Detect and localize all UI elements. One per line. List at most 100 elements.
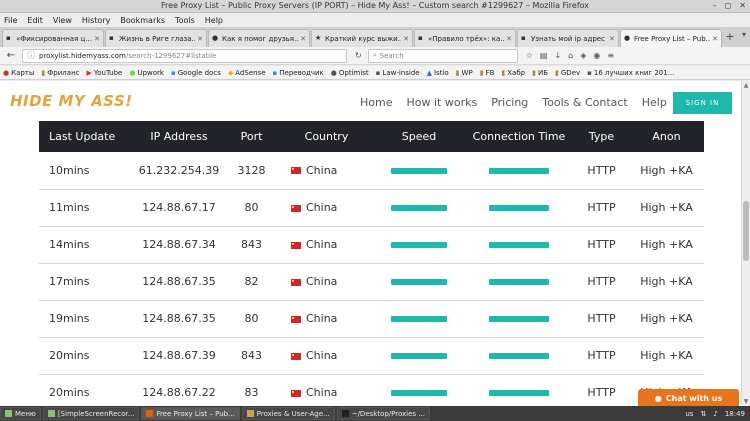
menu-bookmarks[interactable]: Bookmarks <box>120 16 165 25</box>
table-row[interactable]: 10mins 61.232.254.39 3128 China HTTP High +KA <box>39 152 704 190</box>
sign-in-button[interactable]: SIGN IN <box>673 92 732 114</box>
tab-close-icon[interactable]: ✕ <box>712 35 718 43</box>
bookmark-folder[interactable]: ▮ FB <box>480 69 495 77</box>
table-row[interactable]: 20mins 124.88.67.39 843 China HTTP High +KA <box>39 337 704 375</box>
header-speed[interactable]: Speed <box>374 121 464 152</box>
table-row[interactable]: 11mins 124.88.67.17 80 China HTTP High +KA <box>39 189 704 227</box>
bookmark-star-icon[interactable]: ☆ <box>526 51 533 60</box>
page-scrollbar[interactable]: ▲ ▼ <box>741 81 750 406</box>
download-icon[interactable]: ↓ <box>554 51 561 60</box>
cell-type: HTTP <box>574 337 629 375</box>
browser-tab[interactable]: ▪ «Правило трёх»: ка... ✕ <box>414 29 516 47</box>
bookmark-item[interactable]: ▪ Law-inside <box>376 69 420 77</box>
bookmark-item[interactable]: ▶ YouTube <box>87 69 123 77</box>
header-country[interactable]: Country <box>279 121 374 152</box>
bookmark-folder[interactable]: ▮ Фриланс <box>41 69 79 77</box>
cell-port: 843 <box>224 226 279 264</box>
nav-pricing[interactable]: Pricing <box>491 96 528 109</box>
scrollbar-thumb[interactable] <box>743 201 749 261</box>
network-icon[interactable]: ⇅ <box>700 410 706 418</box>
cell-speed <box>374 152 464 190</box>
site-logo[interactable]: HIDE MY ASS! <box>10 92 133 110</box>
tab-list-icon[interactable]: ▾ <box>742 30 746 39</box>
reload-icon[interactable]: ↻ <box>355 51 362 60</box>
extension-icon[interactable]: ◉ <box>593 51 600 60</box>
browser-tab[interactable]: ▪ Узнать мой ip адрес ✕ <box>517 29 619 47</box>
tab-close-icon[interactable]: ✕ <box>197 35 203 43</box>
browser-tab[interactable]: ★ Краткий курс выжи... ✕ <box>311 29 413 47</box>
bookmark-item[interactable]: ▲ Istio <box>427 69 449 77</box>
bookmark-folder[interactable]: ▮ Хабр <box>501 69 525 77</box>
scroll-up-icon[interactable]: ▲ <box>742 82 750 89</box>
nav-home[interactable]: Home <box>360 96 392 109</box>
bookmarks-bar: ● Карты ▮ Фриланс ▶ YouTube ● Upwork ▪ Google… <box>0 66 750 80</box>
pocket-icon[interactable]: ◈ <box>580 51 586 60</box>
menu-icon <box>5 410 12 417</box>
browser-tab[interactable]: ● Как я помог друзья... ✕ <box>208 29 310 47</box>
bookmark-folder[interactable]: ▮ WP <box>456 69 473 77</box>
new-tab-button[interactable]: + <box>723 29 737 47</box>
table-row[interactable]: 19mins 124.88.67.35 80 China HTTP High +KA <box>39 300 704 338</box>
table-row[interactable]: 20mins124.88.67.2283ChinaHTTPHigh +KA <box>39 374 704 406</box>
hamburger-menu-icon[interactable]: ≡ <box>607 51 614 60</box>
bookmark-folder[interactable]: ▮ ИБ <box>532 69 548 77</box>
start-menu-button[interactable]: Меню <box>0 407 41 420</box>
header-port[interactable]: Port <box>224 121 279 152</box>
header-anon[interactable]: Anon <box>629 121 704 152</box>
bookmark-item[interactable]: ▪ 16 лучших книг 201... <box>587 69 674 77</box>
reading-list-icon[interactable]: ▤ <box>540 51 548 60</box>
header-type[interactable]: Type <box>574 121 629 152</box>
bookmark-item[interactable]: ● Upwork <box>129 69 164 77</box>
table-row[interactable]: 14mins 124.88.67.34 843 China HTTP High +KA <box>39 226 704 264</box>
back-icon[interactable]: ← <box>4 50 18 61</box>
tab-close-icon[interactable]: ✕ <box>94 35 100 43</box>
browser-tab[interactable]: ▪ Жизнь в Риге глаза... ✕ <box>105 29 207 47</box>
nav-tools-contact[interactable]: Tools & Contact <box>542 96 627 109</box>
menu-help[interactable]: Help <box>205 16 223 25</box>
menu-history[interactable]: History <box>82 16 110 25</box>
header-ip-address[interactable]: IP Address <box>134 121 224 152</box>
menu-view[interactable]: View <box>53 16 72 25</box>
browser-tab[interactable]: ▪ «Фиксированная ц... ✕ <box>2 29 104 47</box>
bookmark-item[interactable]: ◆ AdSense <box>228 69 266 77</box>
nav-help[interactable]: Help <box>642 96 667 109</box>
header-connection-time[interactable]: Connection Time <box>464 121 574 152</box>
scroll-down-icon[interactable]: ▼ <box>742 398 750 405</box>
home-icon[interactable]: ⌂ <box>568 51 573 60</box>
header-last-update[interactable]: Last Update <box>39 121 134 152</box>
tab-close-icon[interactable]: ✕ <box>506 35 512 43</box>
connection-time-bar <box>489 167 549 174</box>
bookmark-item[interactable]: ▪ Переводчик <box>273 69 324 77</box>
taskbar-window[interactable]: Proxies & User-Age... <box>241 407 335 420</box>
volume-icon[interactable]: ♪ <box>713 410 717 418</box>
taskbar-window[interactable]: ~/Desktop/Proxies ... <box>336 407 430 420</box>
chat-button[interactable]: ● Chat with us <box>638 389 739 407</box>
star-icon: ★ <box>315 34 322 42</box>
info-icon[interactable]: ⓘ <box>27 50 35 61</box>
clock[interactable]: 18:49 <box>725 410 745 418</box>
maximize-icon[interactable]: ◻ <box>725 1 732 10</box>
url-bar[interactable]: ⓘ proxylist.hidemyass.com/search-1299627… <box>22 48 347 63</box>
browser-tab-active[interactable]: ● Free Proxy List – Pub... ✕ <box>620 29 722 47</box>
menu-tools[interactable]: Tools <box>175 16 195 25</box>
bookmark-item[interactable]: ▪ Google docs <box>171 69 221 77</box>
taskbar-window-active[interactable]: Free Proxy List – Pub... <box>141 407 240 420</box>
tab-close-icon[interactable]: ✕ <box>403 35 409 43</box>
bookmark-item[interactable]: ● Optimist <box>331 69 369 77</box>
search-input[interactable]: ⌕ Search <box>367 48 518 63</box>
bookmark-item[interactable]: ● Карты <box>3 69 34 77</box>
menu-edit[interactable]: Edit <box>27 16 43 25</box>
keyboard-layout[interactable]: us <box>685 410 693 418</box>
tab-close-icon[interactable]: ✕ <box>609 35 615 43</box>
bookmark-folder[interactable]: ▮ GDev <box>555 69 580 77</box>
minimize-icon[interactable]: – <box>713 1 717 10</box>
close-icon[interactable]: ✕ <box>739 1 746 10</box>
cell-last-update: 20mins <box>39 374 134 406</box>
cell-port: 80 <box>224 300 279 338</box>
menu-file[interactable]: File <box>4 16 17 25</box>
nav-how-it-works[interactable]: How it works <box>406 96 477 109</box>
cell-port: 83 <box>224 374 279 406</box>
tab-close-icon[interactable]: ✕ <box>300 35 306 43</box>
table-row[interactable]: 17mins 124.88.67.35 82 China HTTP High +KA <box>39 263 704 301</box>
taskbar-window[interactable]: [SimpleScreenRecor... <box>42 407 140 420</box>
